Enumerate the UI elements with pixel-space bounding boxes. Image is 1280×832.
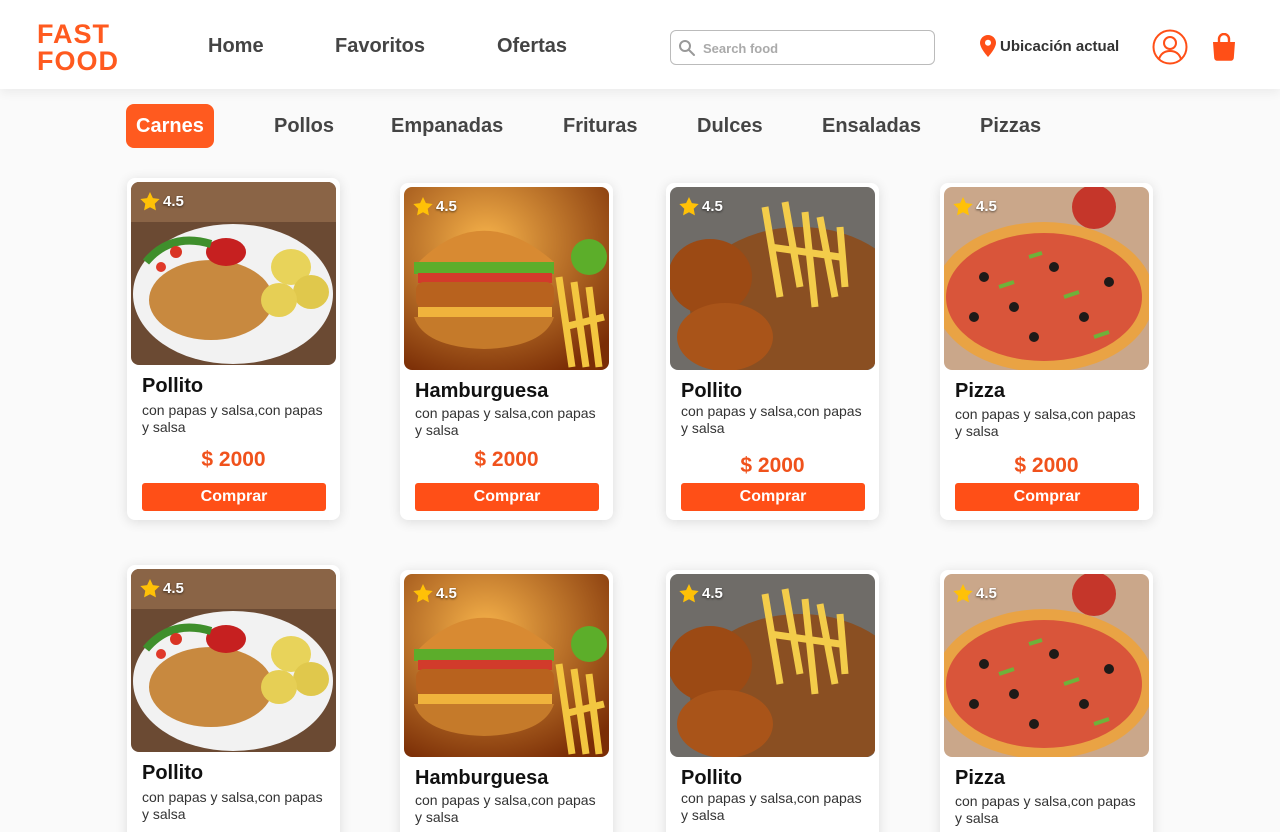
tab-dulces[interactable]: Dulces <box>687 104 773 148</box>
product-name: Pollito <box>142 762 204 784</box>
rating: 4.5 <box>953 197 997 216</box>
search-box[interactable] <box>670 30 935 65</box>
nav-favoritos-link[interactable]: Favoritos <box>335 35 425 58</box>
rating-value: 4.5 <box>436 198 457 215</box>
rating: 4.5 <box>679 197 723 216</box>
product-card[interactable]: 4.5 Pizza con papas y salsa,con papas y … <box>940 183 1153 520</box>
product-price: $ 2000 <box>474 448 539 471</box>
product-card[interactable]: 4.5 Pollito con papas y salsa,con papas … <box>127 178 340 520</box>
food-image-fried-chicken: 4.5 <box>670 187 875 370</box>
product-description: con papas y salsa,con papas y salsa <box>415 405 596 438</box>
rating-value: 4.5 <box>702 585 723 602</box>
product-name: Hamburguesa <box>415 767 549 789</box>
product-price: $ 2000 <box>740 454 805 477</box>
star-icon <box>679 584 699 603</box>
tab-pollos[interactable]: Pollos <box>264 104 344 148</box>
tab-pizzas[interactable]: Pizzas <box>970 104 1051 148</box>
rating-value: 4.5 <box>163 580 184 597</box>
tab-frituras[interactable]: Frituras <box>553 104 647 148</box>
star-icon <box>679 197 699 216</box>
product-card[interactable]: 4.5 Hamburguesa con papas y salsa,con pa… <box>400 183 613 520</box>
star-icon <box>413 584 433 603</box>
product-price: $ 2000 <box>1014 454 1079 477</box>
product-description: con papas y salsa,con papas y salsa <box>955 793 1136 826</box>
product-name: Pollito <box>681 767 743 789</box>
buy-button[interactable]: Comprar <box>681 483 865 511</box>
product-card[interactable]: 4.5 Pizza con papas y salsa,con papas y … <box>940 570 1153 832</box>
product-name: Pizza <box>955 767 1006 789</box>
logo-line-1: FAST <box>37 19 111 49</box>
logo-line-2: FOOD <box>37 46 119 76</box>
product-price: $ 2000 <box>201 448 266 471</box>
location-pin-icon <box>980 35 996 57</box>
buy-button[interactable]: Comprar <box>955 483 1139 511</box>
user-account-button[interactable] <box>1152 29 1188 65</box>
product-description: con papas y salsa,con papas y salsa <box>681 790 862 823</box>
rating: 4.5 <box>413 197 457 216</box>
nav-home-link[interactable]: Home <box>208 35 264 58</box>
food-image-burger: 4.5 <box>404 187 609 370</box>
product-description: con papas y salsa,con papas y salsa <box>142 402 323 435</box>
rating: 4.5 <box>953 584 997 603</box>
rating: 4.5 <box>413 584 457 603</box>
rating-value: 4.5 <box>702 198 723 215</box>
cart-button[interactable] <box>1211 32 1237 61</box>
food-image-pizza: 4.5 <box>944 187 1149 370</box>
rating-value: 4.5 <box>163 193 184 210</box>
location-label: Ubicación actual <box>1000 37 1120 55</box>
product-card[interactable]: 4.5 Pollito con papas y salsa,con papas … <box>666 570 879 832</box>
tab-empanadas[interactable]: Empanadas <box>381 104 513 148</box>
star-icon <box>140 579 160 598</box>
product-description: con papas y salsa,con papas y salsa <box>681 403 862 436</box>
top-header: FAST FOOD Home Favoritos Ofertas Ubicaci… <box>0 0 1280 89</box>
product-card[interactable]: 4.5 Pollito con papas y salsa,con papas … <box>127 565 340 832</box>
rating-value: 4.5 <box>976 585 997 602</box>
star-icon <box>953 584 973 603</box>
product-name: Hamburguesa <box>415 380 549 402</box>
product-card[interactable]: 4.5 Hamburguesa con papas y salsa,con pa… <box>400 570 613 832</box>
food-image-breaded-cutlet: 4.5 <box>131 182 336 365</box>
product-name: Pollito <box>681 380 743 402</box>
search-icon <box>679 40 695 56</box>
food-image-pizza: 4.5 <box>944 574 1149 757</box>
product-description: con papas y salsa,con papas y salsa <box>415 792 596 825</box>
product-description: con papas y salsa,con papas y salsa <box>955 406 1136 439</box>
star-icon <box>413 197 433 216</box>
rating-value: 4.5 <box>976 198 997 215</box>
tab-carnes[interactable]: Carnes <box>126 104 214 148</box>
product-name: Pollito <box>142 375 204 397</box>
food-image-burger: 4.5 <box>404 574 609 757</box>
rating: 4.5 <box>140 579 184 598</box>
shopping-bag-icon <box>1213 32 1235 61</box>
location-selector[interactable]: Ubicación actual <box>980 33 1119 59</box>
food-image-fried-chicken: 4.5 <box>670 574 875 757</box>
nav-ofertas-link[interactable]: Ofertas <box>497 35 567 58</box>
rating: 4.5 <box>679 584 723 603</box>
product-name: Pizza <box>955 380 1006 402</box>
food-image-breaded-cutlet: 4.5 <box>131 569 336 752</box>
buy-button[interactable]: Comprar <box>142 483 326 511</box>
brand-logo[interactable]: FAST FOOD <box>37 21 127 77</box>
product-card[interactable]: 4.5 Pollito con papas y salsa,con papas … <box>666 183 879 520</box>
rating: 4.5 <box>140 192 184 211</box>
user-icon <box>1152 29 1188 65</box>
rating-value: 4.5 <box>436 585 457 602</box>
product-description: con papas y salsa,con papas y salsa <box>142 789 323 822</box>
search-input[interactable] <box>703 38 923 58</box>
tab-ensaladas[interactable]: Ensaladas <box>812 104 931 148</box>
star-icon <box>953 197 973 216</box>
star-icon <box>140 192 160 211</box>
buy-button[interactable]: Comprar <box>415 483 599 511</box>
